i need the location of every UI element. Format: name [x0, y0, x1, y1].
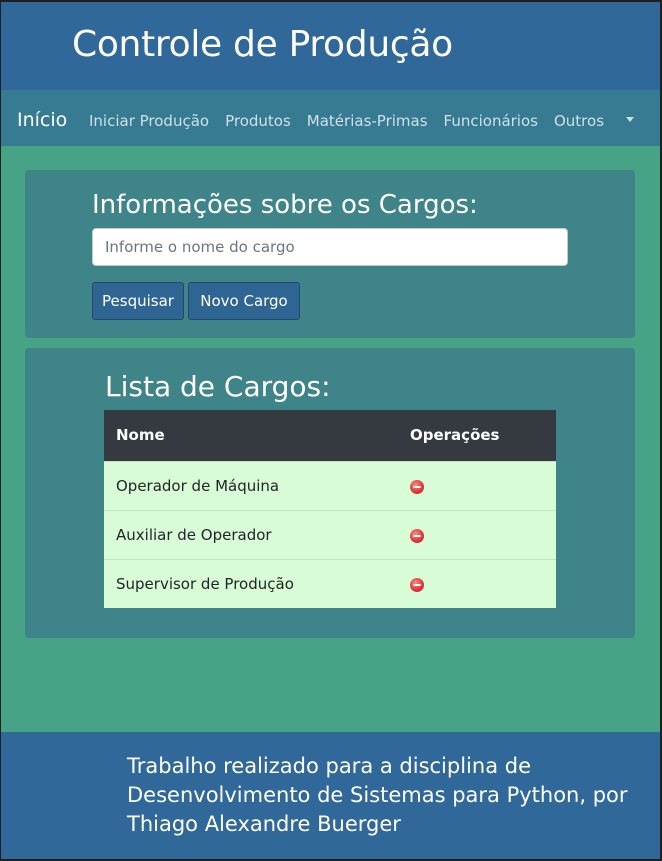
nav-links: Iniciar Produção Produtos Matérias-Prima…	[89, 112, 660, 130]
cargo-search-input[interactable]	[92, 228, 568, 266]
list-heading: Lista de Cargos:	[105, 370, 331, 403]
table-row: Supervisor de Produção	[104, 558, 556, 608]
operations-cell	[398, 509, 556, 559]
site-header: Controle de Produção	[1, 2, 660, 90]
page-frame: Controle de Produção Início Iniciar Prod…	[1, 2, 660, 859]
footer-text: Trabalho realizado para a disciplina de …	[127, 754, 628, 836]
delete-icon[interactable]	[410, 479, 424, 494]
cargo-name-cell: Auxiliar de Operador	[104, 509, 398, 559]
cargo-name-cell: Operador de Máquina	[104, 460, 398, 510]
site-footer: Trabalho realizado para a disciplina de …	[1, 732, 660, 859]
column-header-operacoes: Operações	[398, 410, 556, 461]
nav-item-outros-label: Outros	[553, 112, 605, 130]
nav-item-iniciar-producao[interactable]: Iniciar Produção	[89, 112, 209, 130]
caret-down-icon	[626, 117, 635, 122]
table-row: Auxiliar de Operador	[104, 509, 556, 559]
search-card: Informações sobre os Cargos: Pesquisar N…	[25, 170, 635, 338]
nav-item-funcionarios[interactable]: Funcionários	[444, 112, 538, 130]
operations-cell	[398, 558, 556, 608]
search-heading: Informações sobre os Cargos:	[92, 190, 478, 220]
column-header-nome: Nome	[104, 410, 398, 461]
cargos-table: Nome Operações Operador de Máquina Auxil…	[104, 410, 556, 608]
operations-cell	[398, 460, 556, 510]
new-cargo-button[interactable]: Novo Cargo	[188, 282, 300, 320]
nav-item-materias-primas[interactable]: Matérias-Primas	[307, 112, 428, 130]
cargo-name-cell: Supervisor de Produção	[104, 558, 398, 608]
list-card: Lista de Cargos: Nome Operações Operador…	[25, 348, 635, 638]
delete-icon[interactable]	[410, 528, 424, 543]
table-row: Operador de Máquina	[104, 460, 556, 510]
table-header-row: Nome Operações	[104, 410, 556, 461]
nav-brand-inicio[interactable]: Início	[17, 109, 67, 131]
nav-item-outros-dropdown[interactable]: Outros	[554, 112, 650, 130]
navbar: Início Iniciar Produção Produtos Matéria…	[1, 90, 660, 146]
delete-icon[interactable]	[410, 577, 424, 592]
page-title: Controle de Produção	[72, 24, 453, 65]
nav-item-produtos[interactable]: Produtos	[225, 112, 291, 130]
search-button[interactable]: Pesquisar	[92, 282, 184, 320]
